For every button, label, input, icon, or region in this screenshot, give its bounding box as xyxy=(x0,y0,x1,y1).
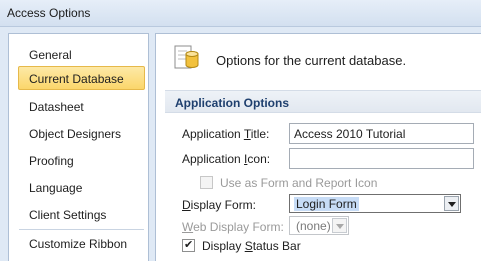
display-form-label: Display Form: xyxy=(182,198,256,212)
display-form-dropdown[interactable]: Login Form xyxy=(289,194,461,213)
label-accelerator: S xyxy=(244,239,253,253)
label-part: tatus Bar xyxy=(252,239,301,253)
label-part: isplay Form: xyxy=(190,198,257,212)
application-icon-label: Application Icon: xyxy=(182,152,270,166)
application-options-band: Application Options xyxy=(165,90,481,113)
nav-divider xyxy=(19,229,144,230)
nav-item-general[interactable]: General xyxy=(18,42,145,66)
label-part: Application xyxy=(182,127,244,141)
label-part: Application xyxy=(182,152,245,166)
nav-item-proofing[interactable]: Proofing xyxy=(18,148,145,172)
nav-item-client-settings[interactable]: Client Settings xyxy=(18,202,145,226)
nav-item-language[interactable]: Language xyxy=(18,175,145,199)
application-title-label: Application Title: xyxy=(182,127,269,141)
web-display-form-selected-value: (none) xyxy=(296,219,331,233)
label-part: con: xyxy=(247,152,271,166)
label-accelerator: W xyxy=(182,220,194,234)
label-accelerator: D xyxy=(182,198,191,212)
nav-item-customize-ribbon[interactable]: Customize Ribbon xyxy=(18,231,145,255)
use-as-form-report-icon-label: Use as Form and Report Icon xyxy=(220,176,378,190)
use-as-form-report-icon-checkbox[interactable] xyxy=(200,176,213,189)
label-part: eb Display Form: xyxy=(193,220,284,234)
display-status-bar-label: Display Status Bar xyxy=(202,239,301,253)
section-header-text: Options for the current database. xyxy=(216,53,407,68)
application-icon-input[interactable] xyxy=(289,148,474,169)
chevron-down-icon[interactable] xyxy=(332,218,347,233)
label-part: Display xyxy=(202,239,245,253)
window-title: Access Options xyxy=(7,6,91,20)
window-title-bar: Access Options xyxy=(0,0,481,27)
label-accelerator: T xyxy=(243,127,251,141)
web-display-form-label: Web Display Form: xyxy=(182,220,284,234)
options-content-panel: Options for the current database. Applic… xyxy=(155,33,481,261)
display-status-bar-checkbox[interactable]: ✔ xyxy=(182,239,195,252)
options-nav: General Current Database Datasheet Objec… xyxy=(8,33,149,261)
nav-item-object-designers[interactable]: Object Designers xyxy=(18,121,145,145)
nav-item-datasheet[interactable]: Datasheet xyxy=(18,94,145,118)
web-display-form-dropdown[interactable]: (none) xyxy=(289,216,349,235)
display-form-selected-value: Login Form xyxy=(294,197,359,211)
application-options-title: Application Options xyxy=(175,96,289,110)
nav-item-current-database[interactable]: Current Database xyxy=(18,66,145,90)
chevron-down-icon[interactable] xyxy=(444,196,459,211)
application-title-input[interactable]: Access 2010 Tutorial xyxy=(289,123,474,144)
checkmark-icon: ✔ xyxy=(184,239,194,251)
database-icon xyxy=(174,45,199,69)
label-part: itle: xyxy=(250,127,270,141)
